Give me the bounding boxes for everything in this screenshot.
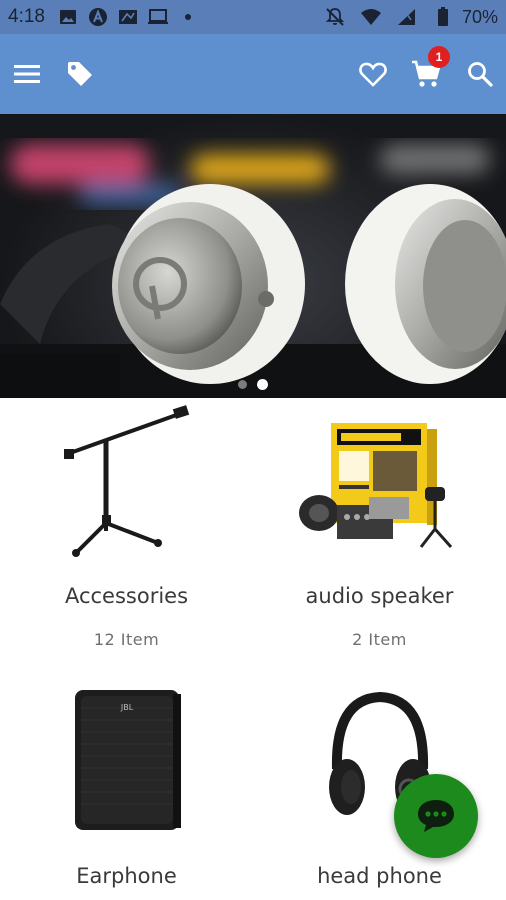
image-icon <box>57 6 79 28</box>
category-image <box>0 398 253 568</box>
menu-button[interactable] <box>5 52 49 96</box>
bell-off-icon <box>324 6 346 28</box>
category-image: JBL <box>0 674 253 844</box>
chat-icon <box>418 800 454 832</box>
cart-button[interactable]: 1 <box>404 46 450 96</box>
cart-count-badge: 1 <box>428 46 450 68</box>
app-bar: 1 <box>0 34 506 114</box>
status-bar: 4:18 70% <box>0 0 506 34</box>
promo-banner[interactable] <box>0 114 506 398</box>
battery-level: 70% <box>461 6 498 27</box>
signal-icon <box>396 6 418 28</box>
category-count: 2 Item <box>352 630 407 649</box>
battery-icon <box>432 6 454 28</box>
carousel-dot[interactable] <box>238 380 247 389</box>
wifi-icon <box>360 6 382 28</box>
category-name: head phone <box>317 864 442 888</box>
tag-icon <box>68 62 92 86</box>
search-icon <box>468 62 493 87</box>
category-item[interactable]: Accessories 12 Item <box>0 398 253 649</box>
carousel-indicators <box>0 379 506 390</box>
carousel-dot-active[interactable] <box>257 379 268 390</box>
dot-icon <box>177 6 199 28</box>
sim-icon <box>117 6 139 28</box>
category-name: Accessories <box>64 584 189 608</box>
category-count: 12 Item <box>93 630 160 649</box>
category-name: audio speaker <box>305 584 454 608</box>
status-time: 4:18 <box>8 6 45 27</box>
offers-button[interactable] <box>58 52 102 96</box>
headphones-banner-image <box>0 144 506 398</box>
category-item[interactable]: audio speaker 2 Item <box>253 398 506 649</box>
a-circle-icon <box>87 6 109 28</box>
svg-text:JBL: JBL <box>119 703 133 712</box>
podcast-studio-image <box>298 423 452 548</box>
laptop-icon <box>147 6 169 28</box>
search-button[interactable] <box>458 52 502 96</box>
wishlist-button[interactable] <box>351 52 395 96</box>
category-name: Earphone <box>76 864 177 888</box>
speaker-image: JBL <box>74 690 181 830</box>
category-image <box>253 398 506 568</box>
menu-icon <box>14 65 40 83</box>
mic-stand-image <box>63 405 189 557</box>
heart-icon <box>359 62 387 87</box>
category-item[interactable]: head phone <box>253 674 506 888</box>
category-item[interactable]: JBL Earphone <box>0 674 253 888</box>
chat-button[interactable] <box>394 774 478 858</box>
